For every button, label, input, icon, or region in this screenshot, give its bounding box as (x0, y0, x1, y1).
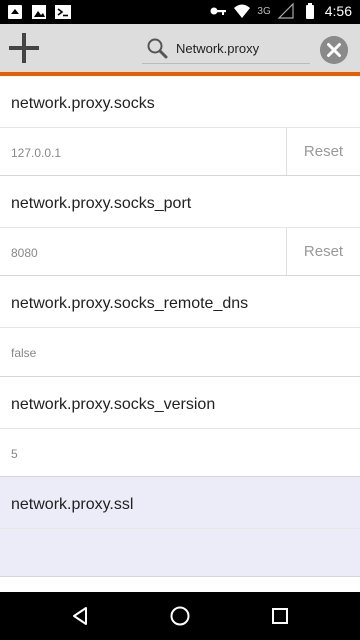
pref-name: network.proxy.socks_version (11, 396, 216, 413)
pref-value-row[interactable]: 127.0.0.1 Reset (0, 127, 360, 175)
terminal-icon (55, 5, 71, 19)
toolbar (0, 24, 360, 72)
image-icon (32, 5, 46, 19)
clock: 4:56 (324, 3, 352, 19)
back-icon[interactable] (70, 606, 90, 626)
recents-icon[interactable] (270, 606, 290, 626)
network-type-label: 3G (257, 5, 271, 17)
status-bar: 3G 4:56 (0, 0, 360, 24)
signal-icon (277, 2, 294, 19)
pref-name: network.proxy.socks_remote_dns (11, 295, 249, 312)
pref-row-socks-remote-dns[interactable]: network.proxy.socks_remote_dns false (0, 276, 360, 377)
plus-icon[interactable] (7, 31, 41, 65)
search-icon (147, 38, 168, 59)
reset-button[interactable]: Reset (286, 228, 360, 275)
pref-value: 5 (11, 447, 18, 461)
home-icon[interactable] (169, 605, 191, 627)
pref-list[interactable]: network.proxy.socks 127.0.0.1 Reset netw… (0, 76, 360, 592)
pref-value: 8080 (11, 246, 38, 260)
reset-button[interactable]: Reset (286, 128, 360, 175)
nav-bar (0, 592, 360, 640)
key-icon (210, 7, 227, 15)
battery-icon (305, 3, 314, 19)
pref-value-row[interactable]: 8080 Reset (0, 227, 360, 275)
pref-name: network.proxy.socks (11, 95, 155, 112)
pref-row-ssl[interactable]: network.proxy.ssl (0, 477, 360, 577)
pref-value: false (11, 346, 37, 360)
pref-name: network.proxy.socks_port (11, 195, 192, 212)
pref-value-row[interactable]: false (0, 327, 360, 375)
search-box[interactable] (142, 32, 310, 64)
pref-value: 127.0.0.1 (11, 146, 62, 160)
pref-value-row[interactable]: 5 (0, 428, 360, 476)
pref-name: network.proxy.ssl (11, 496, 134, 513)
clear-icon[interactable] (320, 36, 348, 64)
wifi-icon (234, 4, 251, 18)
notification-app-icon (8, 5, 22, 19)
pref-row-socks-port[interactable]: network.proxy.socks_port 8080 Reset (0, 176, 360, 276)
search-input[interactable] (176, 41, 306, 56)
pref-row-socks[interactable]: network.proxy.socks 127.0.0.1 Reset (0, 76, 360, 176)
pref-value-row[interactable] (0, 528, 360, 576)
pref-row-socks-version[interactable]: network.proxy.socks_version 5 (0, 377, 360, 477)
